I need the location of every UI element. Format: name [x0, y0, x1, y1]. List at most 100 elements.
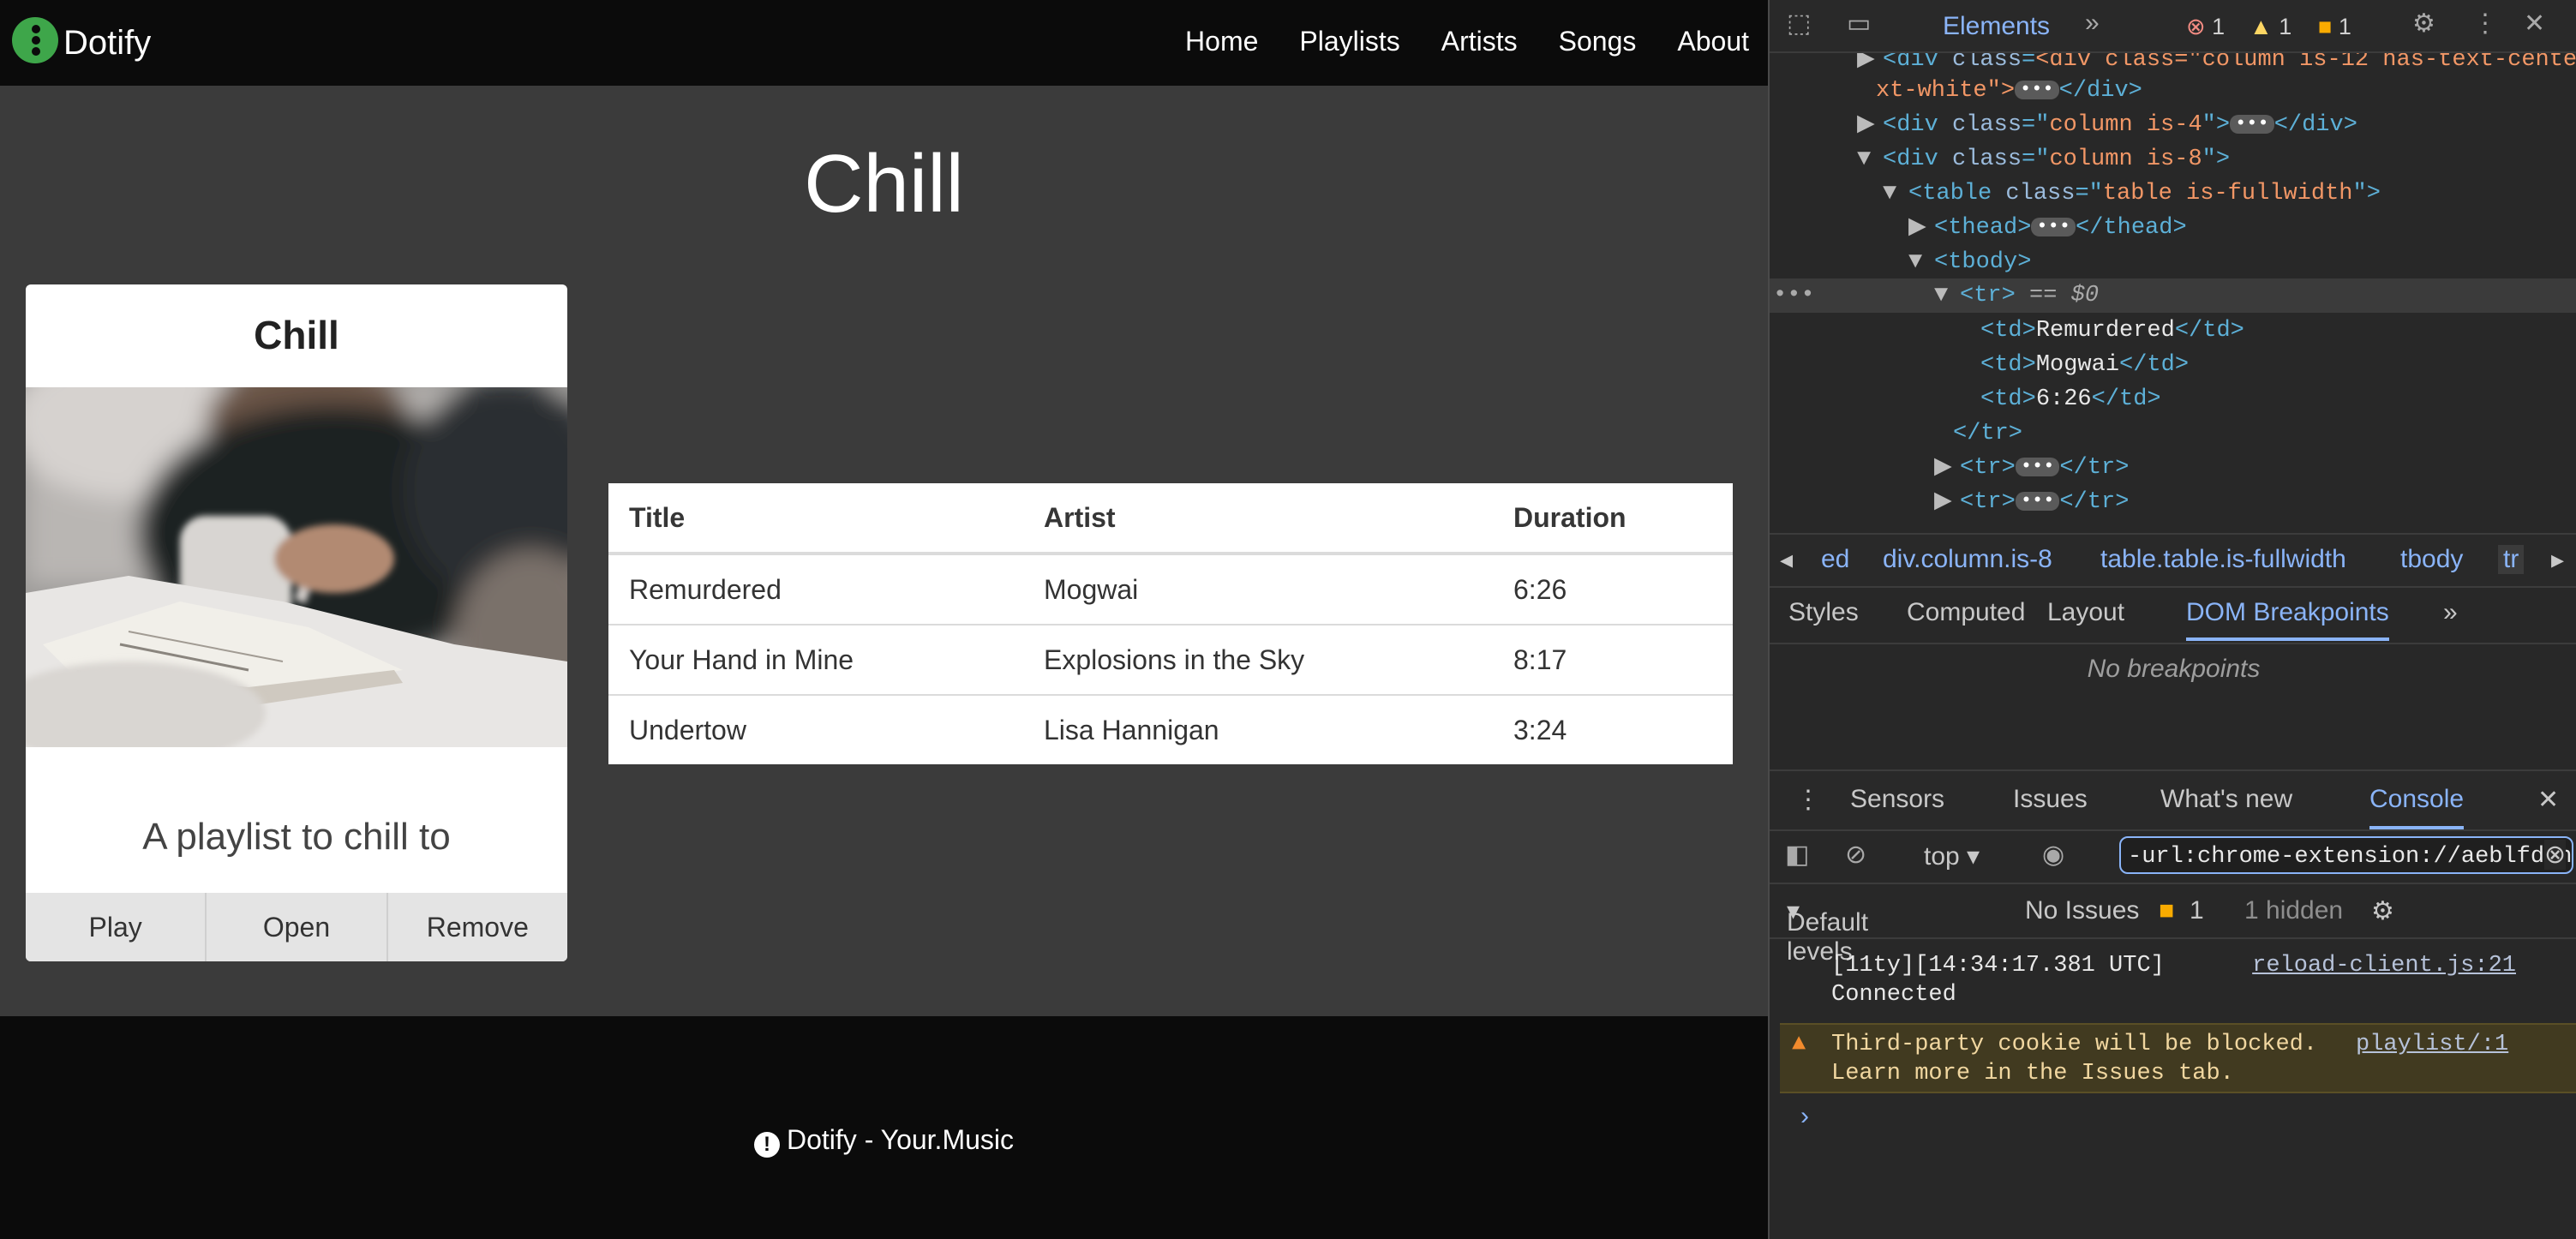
more-tabs-icon[interactable]: »	[2085, 9, 2100, 38]
devtools-toolbar: ⬚ ▭ Elements » ⊗ 1 ▲ 1 ■ 1 ⚙ ⋮ ✕	[1770, 0, 2576, 53]
levels-dropdown[interactable]: Default levels ▾	[1787, 896, 1868, 966]
top-navbar: Dotify Home Playlists Artists Songs Abou…	[0, 0, 1768, 86]
tab-computed[interactable]: Computed	[1907, 598, 2025, 627]
device-toggle-icon[interactable]: ▭	[1847, 9, 1871, 39]
dom-node[interactable]: ▶ <thead> ••• </thead>	[1908, 211, 2187, 245]
console-settings-bar: Default levels ▾ No Issues ■ 1 1 hidden …	[1770, 884, 2576, 966]
song-title: Undertow	[629, 714, 746, 745]
breadcrumb-item[interactable]: table.table.is-fullwidth	[2100, 545, 2346, 574]
dom-node[interactable]: <td>Remurdered</td>	[1980, 314, 2244, 348]
console-filter-input[interactable]: -url:chrome-extension://aeblfdkhh	[2119, 836, 2573, 874]
play-button[interactable]: Play	[26, 893, 207, 961]
no-issues-label[interactable]: No Issues	[2025, 896, 2139, 925]
source-link[interactable]: reload-client.js:21	[2252, 953, 2516, 979]
console-prompt-icon[interactable]: ›	[1800, 1102, 1809, 1131]
song-title: Remurdered	[608, 554, 1023, 625]
tab-whats-new[interactable]: What's new	[2160, 785, 2292, 814]
issue-count[interactable]: ■ 1	[2318, 14, 2351, 40]
playlist-card: Chill A playlist to chill to Play Open R…	[26, 284, 567, 961]
nav-songs[interactable]: Songs	[1559, 26, 1637, 57]
breadcrumb-item-active[interactable]: tr	[2498, 545, 2525, 574]
table-header-row: Title Artist Duration	[608, 483, 1733, 555]
brand-name[interactable]: Dotify	[63, 24, 151, 63]
playlist-cover-image	[26, 387, 567, 747]
tab-styles[interactable]: Styles	[1788, 598, 1859, 627]
warning-count[interactable]: ▲ 1	[2250, 14, 2291, 40]
devtools-panel: ⬚ ▭ Elements » ⊗ 1 ▲ 1 ■ 1 ⚙ ⋮ ✕ ••• ▶ <d…	[1768, 0, 2576, 1239]
context-selector[interactable]: top ▾	[1924, 841, 1980, 871]
no-breakpoints-message: No breakpoints	[2087, 655, 2261, 683]
nav-artists[interactable]: Artists	[1441, 26, 1518, 57]
hidden-count[interactable]: 1 hidden	[2244, 896, 2343, 925]
tab-elements[interactable]: Elements	[1943, 12, 2050, 41]
dom-node[interactable]: <td>Mogwai</td>	[1980, 348, 2189, 382]
dom-tree: ••• ▶ <div class=<div class="column is-12…	[1770, 53, 2576, 533]
info-icon: !	[754, 1132, 780, 1158]
eye-icon[interactable]: ◉	[2042, 840, 2064, 870]
dom-node-selected[interactable]: ▼ <tr> == $0	[1934, 278, 2099, 313]
console-warning: ▲ Third-party cookie will be blocked. Le…	[1780, 1023, 2576, 1093]
tab-dom-breakpoints[interactable]: DOM Breakpoints	[2186, 598, 2389, 641]
remove-button[interactable]: Remove	[387, 893, 567, 961]
console-settings-icon[interactable]: ⚙	[2371, 896, 2394, 926]
card-title: Chill	[254, 313, 339, 357]
dom-node[interactable]: <td>6:26</td>	[1980, 382, 2161, 416]
kebab-menu-icon[interactable]: ⋮	[2472, 9, 2498, 39]
footer: ! Dotify - Your.Music	[0, 1016, 1768, 1239]
drawer-menu-icon[interactable]: ⋮	[1795, 785, 1821, 815]
card-actions: Play Open Remove	[26, 893, 567, 961]
breadcrumb-item[interactable]: div.column.is-8	[1883, 545, 2052, 574]
tab-sensors[interactable]: Sensors	[1850, 785, 1944, 814]
close-icon[interactable]: ✕	[2524, 9, 2545, 39]
issue-icon: ■	[2159, 896, 2175, 925]
nav-links: Home Playlists Artists Songs About	[1185, 26, 1749, 57]
table-row[interactable]: Your Hand in Mine Explosions in the Sky …	[608, 625, 1733, 696]
footer-text: ! Dotify - Your.Music	[0, 1124, 1768, 1158]
header-duration: Duration	[1493, 483, 1733, 555]
sidebar-toggle-icon[interactable]: ◧	[1785, 840, 1809, 870]
song-duration: 8:17	[1493, 625, 1733, 696]
selected-node-highlight	[1770, 278, 2576, 313]
open-button[interactable]: Open	[207, 893, 388, 961]
clear-filter-icon[interactable]: ⊗	[2544, 840, 2567, 870]
dom-node[interactable]: ▶ <div class="column is-4"> ••• </div>	[1857, 108, 2357, 142]
tab-console[interactable]: Console	[2369, 785, 2465, 829]
song-artist: Mogwai	[1023, 554, 1493, 625]
scroll-left-icon[interactable]: ◂	[1780, 545, 1793, 575]
error-count[interactable]: ⊗ 1	[2186, 14, 2225, 40]
node-more-icon[interactable]: •••	[1773, 278, 1815, 313]
gear-icon[interactable]: ⚙	[2412, 9, 2435, 39]
page-title: Chill	[804, 138, 964, 230]
dom-node[interactable]: </tr>	[1953, 416, 2022, 451]
dom-node[interactable]: ▼ <div class="column is-8">	[1857, 142, 2230, 177]
song-artist: Lisa Hannigan	[1044, 714, 1219, 745]
tab-issues[interactable]: Issues	[2013, 785, 2088, 814]
logo-icon[interactable]	[12, 17, 58, 63]
nav-playlists[interactable]: Playlists	[1299, 26, 1399, 57]
issue-count-label[interactable]: 1	[2190, 896, 2204, 925]
song-duration: 6:26	[1493, 554, 1733, 625]
dom-node[interactable]: ▼ <table class="table is-fullwidth">	[1883, 177, 2381, 211]
dom-node[interactable]: ▼ <tbody>	[1908, 245, 2031, 279]
dom-node-cont[interactable]: xt-white"> ••• </div>	[1876, 74, 2142, 108]
nav-home[interactable]: Home	[1185, 26, 1258, 57]
breadcrumb-item[interactable]: ed	[1821, 545, 1849, 574]
dom-node[interactable]: ▶ <tr> ••• </tr>	[1934, 485, 2129, 519]
dom-node[interactable]: ▶ <tr> ••• </tr>	[1934, 451, 2129, 485]
source-link[interactable]: playlist/:1	[2356, 1032, 2508, 1057]
inspect-element-icon[interactable]: ⬚	[1787, 9, 1811, 39]
issue-icon: ■	[2318, 14, 2333, 39]
breadcrumb-item[interactable]: tbody	[2400, 545, 2463, 574]
scroll-right-icon[interactable]: ▸	[2551, 545, 2564, 575]
close-drawer-icon[interactable]: ✕	[2537, 785, 2559, 815]
clear-console-icon[interactable]: ⊘	[1845, 840, 1866, 870]
more-tabs-icon[interactable]: »	[2443, 598, 2458, 627]
console-toolbar: ◧ ⊘ top ▾ ◉ -url:chrome-extension://aebl…	[1770, 829, 2576, 884]
table-row[interactable]: Undertow Lisa Hannigan 3:24	[608, 695, 1733, 764]
table-row[interactable]: Remurdered Mogwai 6:26	[608, 554, 1733, 625]
drawer-tabs: ⋮ Sensors Issues What's new Console ✕	[1770, 769, 2576, 831]
nav-about[interactable]: About	[1677, 26, 1749, 57]
song-duration: 3:24	[1513, 714, 1567, 745]
songs-table: Title Artist Duration Remurdered Mogwai …	[608, 483, 1733, 764]
tab-layout[interactable]: Layout	[2047, 598, 2124, 627]
